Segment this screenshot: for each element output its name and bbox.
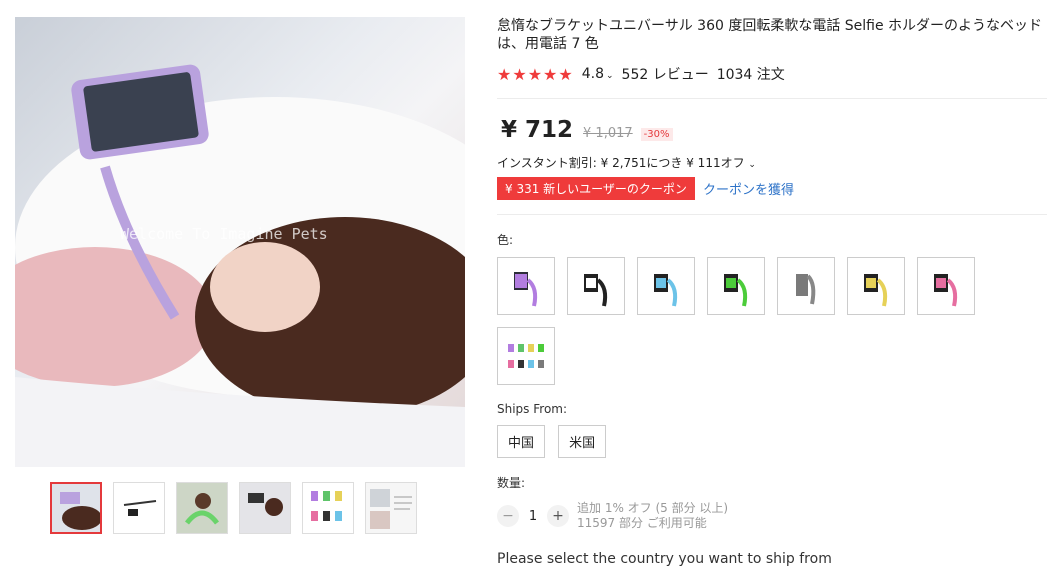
thumbnail-6[interactable] xyxy=(365,482,417,534)
product-info: 怠惰なブラケットユニバーサル 360 度回転柔軟な電話 Selfie ホルダーの… xyxy=(497,17,1052,567)
color-option-mixed[interactable] xyxy=(497,327,555,385)
new-user-coupon-badge: ¥ 331 新しいユーザーのクーポン xyxy=(497,177,695,200)
rating-row: ★★★★★ 4.8 ⌄ 552 レビュー 1034 注文 xyxy=(497,64,1052,84)
available-stock: 11597 部分 ご利用可能 xyxy=(577,516,707,530)
thumbnail-2[interactable] xyxy=(113,482,165,534)
color-option-pink[interactable] xyxy=(917,257,975,315)
watermark-text: Welcome To Imagine Pets xyxy=(120,225,328,243)
price-row: ¥ 712 ¥ 1,017 -30% xyxy=(497,117,1052,143)
thumbnail-4[interactable] xyxy=(239,482,291,534)
ships-from-label: Ships From: xyxy=(497,402,568,416)
decrease-quantity-button[interactable]: − xyxy=(497,505,519,527)
ship-option-us[interactable]: 米国 xyxy=(558,425,607,458)
get-coupon-link[interactable]: クーポンを獲得 xyxy=(703,179,794,198)
divider xyxy=(497,98,1047,99)
ships-from-options: 中国 米国 xyxy=(497,425,1052,458)
quantity-input[interactable]: 1 xyxy=(519,509,547,524)
ship-country-notice: Please select the country you want to sh… xyxy=(497,551,832,567)
divider xyxy=(497,214,1047,215)
original-price: ¥ 1,017 xyxy=(583,126,633,141)
coupon-row: ¥ 331 新しいユーザーのクーポン クーポンを獲得 xyxy=(497,177,1052,200)
color-option-black[interactable] xyxy=(567,257,625,315)
quantity-label: 数量: xyxy=(497,476,526,490)
color-option-gray[interactable] xyxy=(777,257,835,315)
current-price: ¥ 712 xyxy=(501,117,574,143)
ship-option-china[interactable]: 中国 xyxy=(497,425,546,458)
main-product-image[interactable]: Welcome To Imagine Pets xyxy=(15,17,465,467)
chevron-down-icon: ⌄ xyxy=(605,71,614,81)
rating-number: 4.8 xyxy=(581,66,604,82)
bulk-discount-note: 追加 1% オフ (5 部分 以上) xyxy=(577,501,729,515)
color-option-yellow[interactable] xyxy=(847,257,905,315)
thumbnail-5[interactable] xyxy=(302,482,354,534)
product-title: 怠惰なブラケットユニバーサル 360 度回転柔軟な電話 Selfie ホルダーの… xyxy=(497,18,1043,52)
instant-discount[interactable]: インスタント割引: ¥ 2,751につき ¥ 111オフ ⌄ xyxy=(497,154,1052,171)
quantity-note: 追加 1% オフ (5 部分 以上) 11597 部分 ご利用可能 xyxy=(577,501,728,531)
color-option-blue[interactable] xyxy=(637,257,695,315)
thumbnail-3[interactable] xyxy=(176,482,228,534)
quantity-stepper: − 1 + 追加 1% オフ (5 部分 以上) 11597 部分 ご利用可能 xyxy=(497,501,1052,531)
chevron-down-icon: ⌄ xyxy=(748,160,756,170)
color-swatches xyxy=(497,257,997,385)
rating-stars-icon: ★★★★★ xyxy=(497,64,574,84)
review-count[interactable]: 552 レビュー xyxy=(622,64,709,84)
order-count: 1034 注文 xyxy=(716,67,785,83)
increase-quantity-button[interactable]: + xyxy=(547,505,569,527)
color-label: 色: xyxy=(497,233,514,247)
discount-badge: -30% xyxy=(640,128,673,141)
rating-value[interactable]: 4.8 ⌄ xyxy=(582,66,614,82)
color-option-purple[interactable] xyxy=(497,257,555,315)
instant-discount-text: インスタント割引: ¥ 2,751につき ¥ 111オフ xyxy=(497,156,745,170)
color-option-green[interactable] xyxy=(707,257,765,315)
thumbnail-strip xyxy=(50,482,417,534)
thumbnail-1[interactable] xyxy=(50,482,102,534)
